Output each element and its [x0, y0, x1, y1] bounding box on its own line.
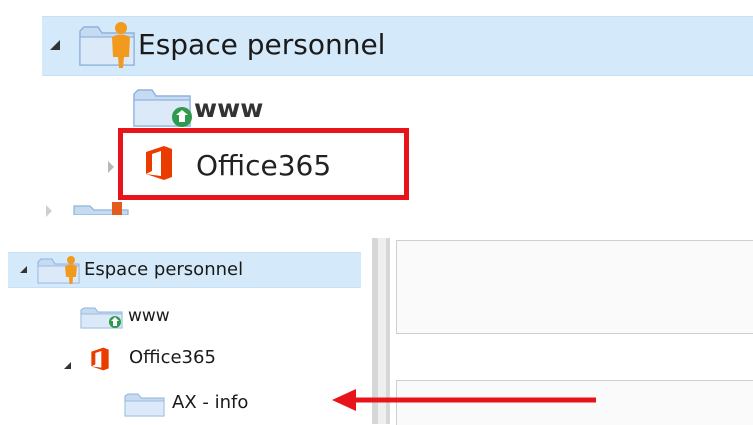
content-box-top	[396, 240, 753, 334]
bottom-office-expand-icon[interactable]	[64, 362, 71, 369]
top-office-expand-icon[interactable]	[108, 161, 114, 173]
personal-folder-icon-small	[37, 256, 80, 284]
top-root-label[interactable]: Espace personnel	[138, 28, 385, 61]
office365-icon-small	[91, 347, 109, 371]
top-www-label[interactable]: www	[194, 94, 263, 123]
bottom-www-label[interactable]: www	[128, 306, 170, 326]
top-next-expand-icon	[46, 205, 52, 217]
web-folder-icon	[133, 89, 192, 127]
cut-folder-icon	[73, 202, 129, 215]
office365-icon	[146, 146, 172, 180]
bottom-axinfo-label[interactable]: AX - info	[172, 392, 248, 413]
bottom-tree-panel: Espace personnel www Office365 AX - info	[0, 238, 372, 424]
personal-folder-icon	[79, 22, 135, 68]
annotation-arrow	[332, 389, 596, 411]
bottom-root-expand-icon[interactable]	[20, 266, 27, 273]
bottom-office365-label[interactable]: Office365	[129, 347, 216, 368]
plain-folder-icon	[124, 393, 165, 417]
web-folder-icon-small	[80, 307, 123, 329]
top-tree: Espace personnel www Office365	[0, 0, 753, 217]
bottom-root-label[interactable]: Espace personnel	[84, 259, 243, 280]
top-root-expand-icon[interactable]	[50, 40, 60, 50]
top-office365-label[interactable]: Office365	[196, 149, 331, 182]
